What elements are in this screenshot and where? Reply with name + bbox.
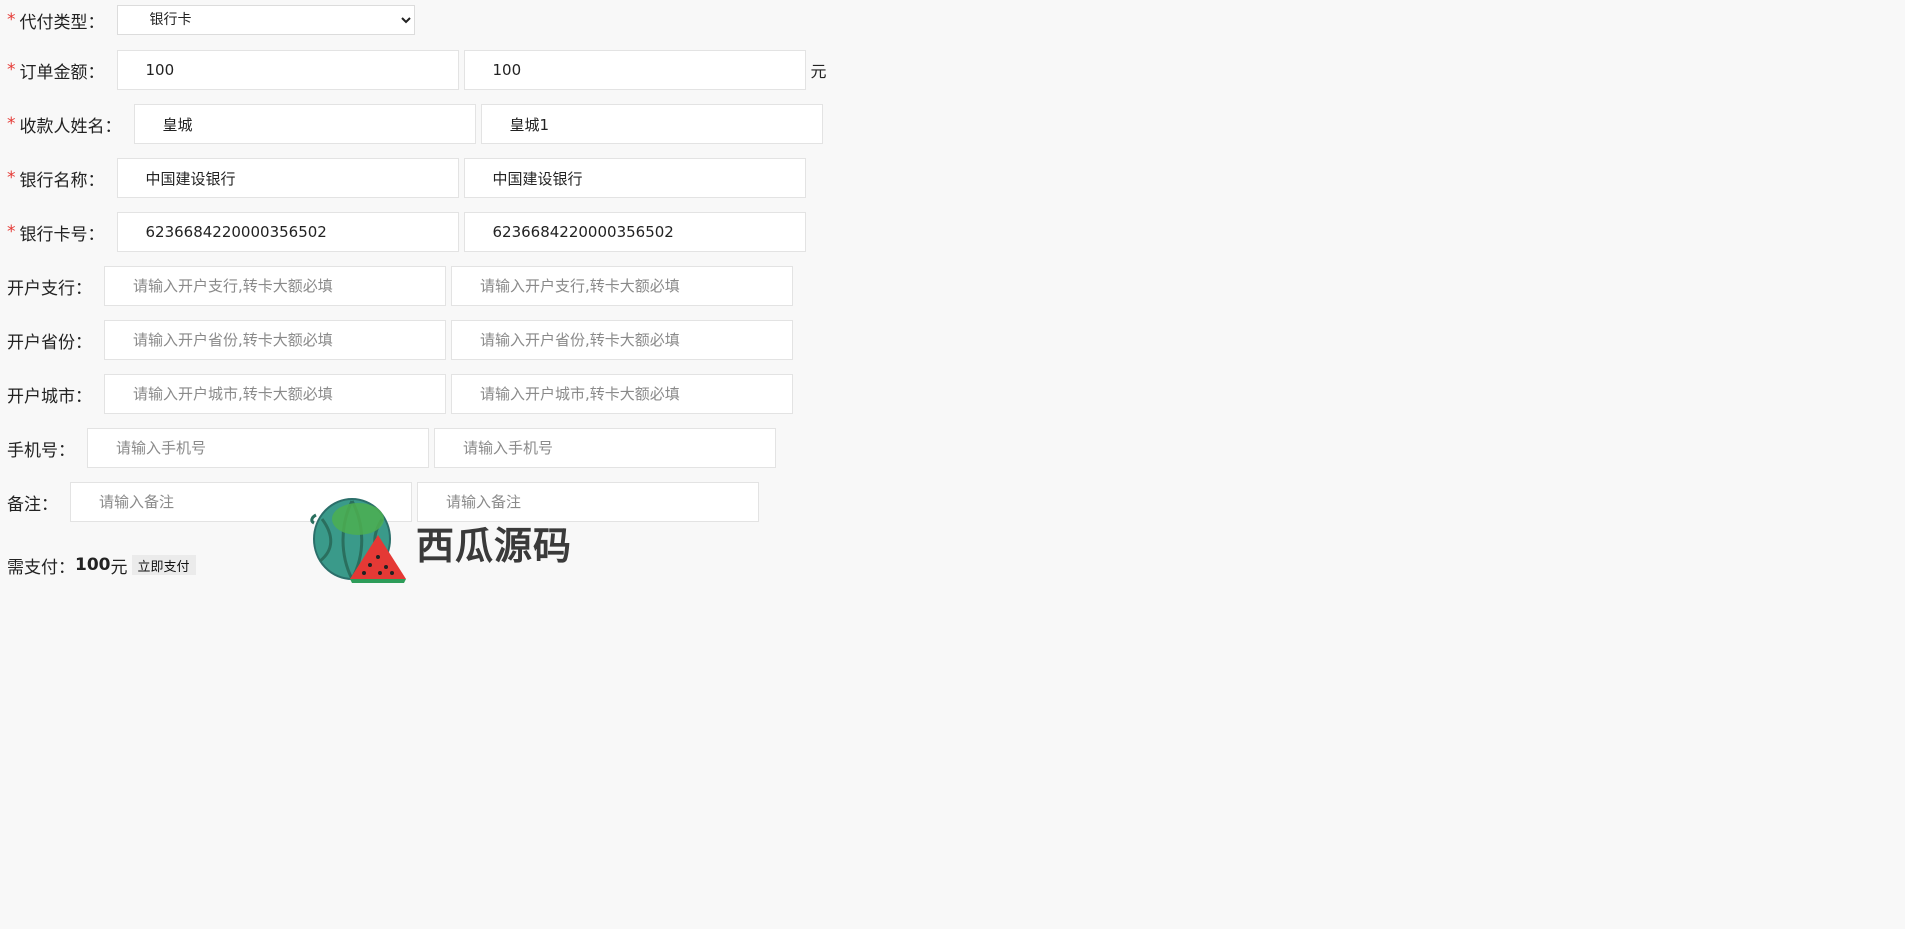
amount-input-2[interactable] <box>463 50 806 90</box>
bank-row: * 银行名称： <box>7 158 811 198</box>
city-input-2[interactable] <box>451 374 793 414</box>
phone-input-1[interactable] <box>87 428 429 468</box>
payment-row: 需支付： 100 元 立即支付 <box>7 553 196 578</box>
city-input-1[interactable] <box>104 374 446 414</box>
amount-label: * 订单金额： <box>7 58 105 83</box>
amount-row: * 订单金额： 元 <box>7 50 827 90</box>
province-input-1[interactable] <box>104 320 446 360</box>
note-label: 备注： <box>7 494 58 515</box>
card-label-text: 银行卡号： <box>19 224 105 245</box>
bank-input-2[interactable] <box>463 158 806 198</box>
payee-input-1[interactable] <box>133 104 476 144</box>
province-input-2[interactable] <box>451 320 793 360</box>
card-input-2[interactable] <box>463 212 806 252</box>
phone-label: 手机号： <box>7 440 75 461</box>
amount-label-text: 订单金额： <box>19 62 105 83</box>
type-select[interactable]: 银行卡 <box>116 5 415 35</box>
phone-input-2[interactable] <box>434 428 776 468</box>
province-row: 开户省份： <box>7 320 798 360</box>
type-label: * 代付类型： <box>7 8 105 33</box>
watermark-text: 西瓜源码 <box>416 524 573 568</box>
payee-label: * 收款人姓名： <box>7 112 122 137</box>
phone-row: 手机号： <box>7 428 781 468</box>
payment-unit: 元 <box>110 557 128 578</box>
watermark-logo: 西瓜源码 <box>310 495 572 590</box>
card-label: * 银行卡号： <box>7 220 105 245</box>
payee-input-2[interactable] <box>480 104 823 144</box>
pay-now-button[interactable]: 立即支付 <box>131 555 196 575</box>
branch-label: 开户支行： <box>7 278 92 299</box>
required-mark: * <box>7 222 16 242</box>
amount-input-1[interactable] <box>116 50 459 90</box>
required-mark: * <box>7 168 16 188</box>
required-mark: * <box>7 114 16 134</box>
city-label: 开户城市： <box>7 386 92 407</box>
bank-input-1[interactable] <box>116 158 459 198</box>
branch-input-1[interactable] <box>104 266 446 306</box>
watermelon-icon <box>310 495 410 590</box>
branch-input-2[interactable] <box>451 266 793 306</box>
type-label-text: 代付类型： <box>19 12 105 33</box>
required-mark: * <box>7 60 16 80</box>
province-label: 开户省份： <box>7 332 92 353</box>
type-row: * 代付类型： 银行卡 <box>7 0 415 40</box>
card-input-1[interactable] <box>116 212 459 252</box>
card-row: * 银行卡号： <box>7 212 811 252</box>
payment-label: 需支付： <box>7 557 75 578</box>
payment-form-page: * 代付类型： 银行卡 * 订单金额： 元 * 收款人姓名： * 银行名称： <box>0 0 1905 929</box>
payee-label-text: 收款人姓名： <box>19 116 122 137</box>
payee-row: * 收款人姓名： <box>7 104 828 144</box>
payment-amount: 100 <box>75 555 111 575</box>
required-mark: * <box>7 10 16 30</box>
city-row: 开户城市： <box>7 374 798 414</box>
branch-row: 开户支行： <box>7 266 798 306</box>
bank-label: * 银行名称： <box>7 166 105 191</box>
bank-label-text: 银行名称： <box>19 170 105 191</box>
amount-unit: 元 <box>810 62 827 81</box>
